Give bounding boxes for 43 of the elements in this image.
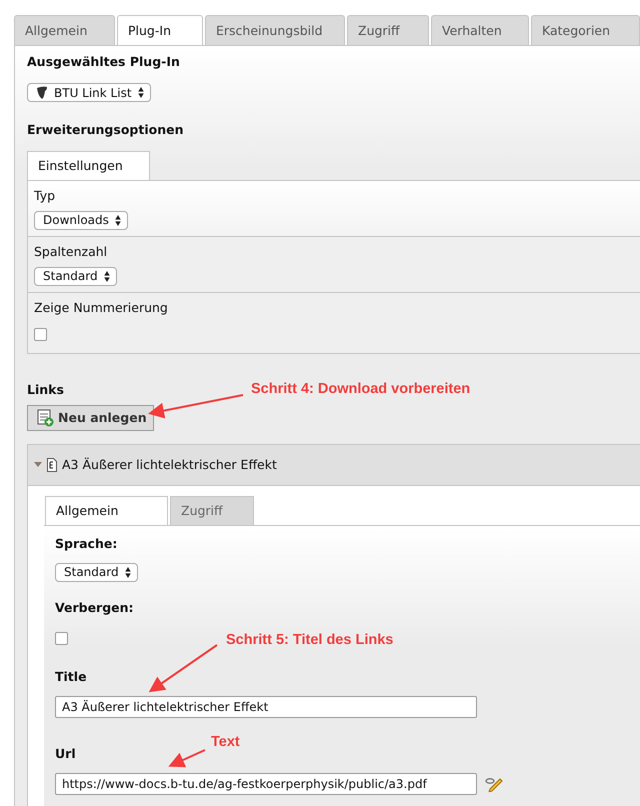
dropdown[interactable]: Standard xyxy=(55,562,138,582)
checkbox[interactable] xyxy=(34,328,47,340)
arrow xyxy=(148,644,218,692)
annotation: Schritt 5: Titel des Links xyxy=(226,632,394,648)
arrow xyxy=(168,749,206,768)
annotation: Schritt 4: Download vorbereiten xyxy=(251,381,470,397)
add-record-icon xyxy=(36,408,54,426)
field-label: Spaltenzahl xyxy=(34,244,108,258)
new-record-button[interactable]: Neu anlegen xyxy=(27,404,154,430)
input-field[interactable]: A3 Äußerer lichtelektrischer Effekt xyxy=(55,696,477,718)
field-label: Typ xyxy=(34,188,56,202)
field-label: Zeige Nummerierung xyxy=(34,300,168,314)
field-label: Title xyxy=(55,668,87,684)
tab[interactable]: Kategorien xyxy=(531,15,640,45)
expand-triangle-icon[interactable] xyxy=(34,462,42,467)
checkbox[interactable] xyxy=(55,632,68,644)
tab[interactable]: Erscheinungsbild xyxy=(205,15,345,45)
updown-arrows-icon xyxy=(114,214,121,226)
section-heading: Links xyxy=(27,382,64,396)
section-heading: Erweiterungsoptionen xyxy=(27,122,184,136)
tab[interactable]: Allgemein xyxy=(14,15,115,45)
updown-arrows-icon xyxy=(138,87,144,98)
record-title[interactable]: A3 Äußerer lichtelektrischer Effekt xyxy=(62,457,277,472)
field-label: Sprache: xyxy=(55,536,118,550)
tab[interactable]: Verhalten xyxy=(431,15,529,45)
document-icon xyxy=(47,458,57,472)
tab[interactable]: Zugriff xyxy=(170,496,254,524)
dropdown[interactable]: Downloads xyxy=(34,210,128,230)
annotation: Text xyxy=(211,734,240,750)
pencil-icon[interactable] xyxy=(485,776,503,792)
plugin-select[interactable]: BTU Link List xyxy=(27,83,151,102)
tab[interactable]: Plug-In xyxy=(117,15,203,45)
tab[interactable]: Allgemein xyxy=(45,496,168,524)
url-field[interactable]: https://www-docs.b-tu.de/ag-festkoerperphysik/public/a3.pdf xyxy=(55,772,477,794)
updown-arrows-icon xyxy=(124,566,131,578)
updown-arrows-icon xyxy=(104,270,110,282)
dropdown[interactable]: Standard xyxy=(34,266,117,286)
shield-logo-icon xyxy=(36,86,48,100)
tab[interactable]: Zugriff xyxy=(347,15,429,45)
section-heading: Ausgewähltes Plug-In xyxy=(27,54,180,69)
tab[interactable]: Einstellungen xyxy=(27,150,150,180)
field-label: Verbergen: xyxy=(55,600,134,614)
field-label: Url xyxy=(55,746,76,760)
